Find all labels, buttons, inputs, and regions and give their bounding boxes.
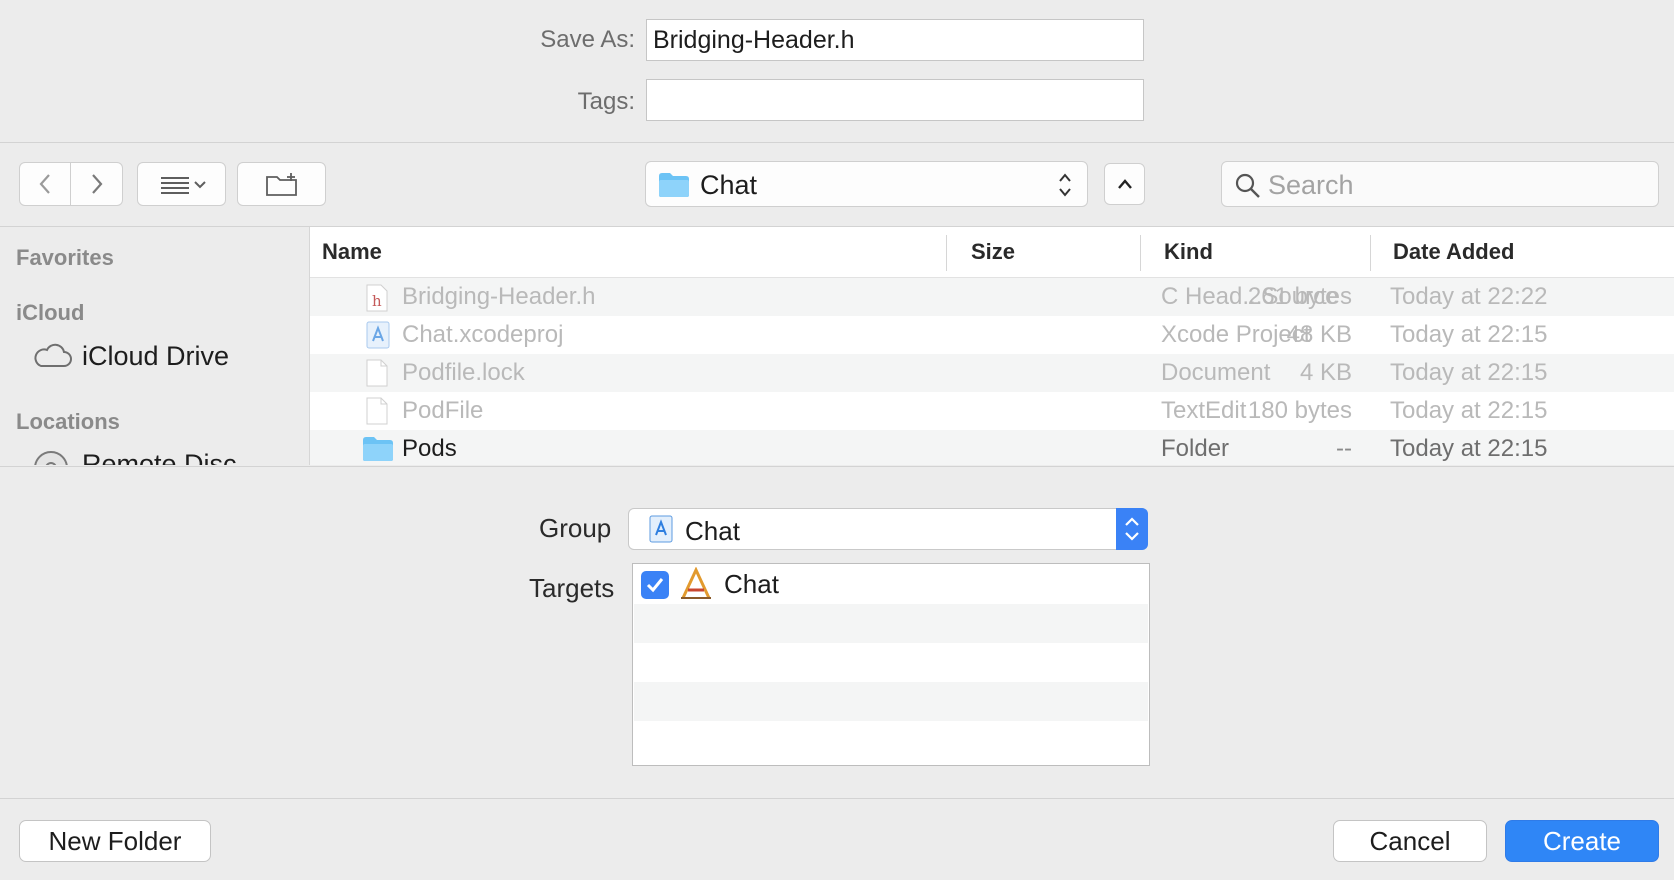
sidebar-item-label: iCloud Drive: [82, 341, 230, 371]
new-folder-button[interactable]: New Folder: [19, 820, 211, 862]
search-placeholder: Search: [1268, 170, 1354, 200]
file-size: --: [1336, 435, 1352, 462]
sidebar-heading-icloud: iCloud: [16, 300, 85, 325]
create-button[interactable]: Create: [1505, 820, 1659, 862]
save-as-field[interactable]: [646, 19, 1144, 61]
file-name: Pods: [402, 435, 457, 462]
target-name: Chat: [724, 569, 779, 599]
sidebar-item-icloud-drive[interactable]: iCloud Drive: [32, 337, 302, 377]
column-header-kind[interactable]: Kind: [1164, 239, 1213, 265]
file-name: Bridging-Header.h: [402, 283, 596, 310]
target-row[interactable]: Chat: [634, 565, 1148, 604]
save-as-label: Save As:: [540, 26, 635, 53]
checkmark-icon: [646, 578, 664, 593]
cancel-button[interactable]: Cancel: [1333, 820, 1487, 862]
file-row[interactable]: PodFile 180 bytes TextEdit Today at 22:1…: [310, 392, 1674, 430]
sidebar-heading-locations: Locations: [16, 409, 120, 434]
file-row[interactable]: h Bridging-Header.h 261 bytes C Head...S…: [310, 278, 1674, 316]
chevron-left-icon: [39, 174, 50, 194]
file-kind: Xcode Project: [1161, 321, 1311, 348]
search-icon: [1235, 173, 1260, 198]
file-size: 4 KB: [1299, 359, 1352, 386]
footer-divider: [0, 798, 1674, 799]
updown-arrows-icon: [1125, 517, 1139, 541]
search-field[interactable]: Search: [1221, 161, 1659, 207]
tags-field[interactable]: [646, 79, 1144, 121]
targets-list: Chat: [632, 563, 1150, 766]
column-header-date[interactable]: Date Added: [1393, 239, 1514, 265]
collapse-button[interactable]: [1104, 163, 1145, 205]
group-label: Group: [539, 513, 612, 543]
view-options-button[interactable]: [137, 162, 226, 206]
column-separator: [946, 235, 947, 271]
file-size: 180 bytes: [1247, 397, 1352, 424]
empty-row: [634, 604, 1148, 643]
file-row[interactable]: Podfile.lock 4 KB Document Today at 22:1…: [310, 354, 1674, 392]
new-folder-toolbar-button[interactable]: [237, 162, 326, 206]
location-popup[interactable]: Chat: [645, 161, 1088, 207]
svg-text:h: h: [372, 292, 382, 310]
file-row[interactable]: Chat.xcodeproj 48 KB Xcode Project Today…: [310, 316, 1674, 354]
column-header-row: Name Size Kind Date Added: [310, 227, 1674, 278]
file-kind: C Head...Source: [1161, 283, 1339, 310]
location-label: Chat: [700, 170, 758, 200]
group-popup[interactable]: Chat: [628, 508, 1148, 550]
back-button[interactable]: [19, 162, 71, 206]
cloud-icon: [34, 343, 72, 367]
folder-icon: [659, 173, 689, 197]
list-view-icon: [160, 177, 206, 194]
column-header-size[interactable]: Size: [971, 239, 1015, 265]
disc-icon: [34, 451, 68, 465]
folder-icon: [363, 437, 393, 461]
file-date: Today at 22:22: [1390, 283, 1548, 310]
app-target-icon: [681, 567, 711, 599]
chevron-up-icon: [1117, 179, 1132, 189]
file-date: Today at 22:15: [1390, 321, 1548, 348]
browser-divider: [0, 466, 1674, 467]
updown-arrows-icon: [1059, 173, 1071, 197]
targets-label: Targets: [529, 573, 615, 603]
column-separator: [1140, 235, 1141, 271]
forward-button[interactable]: [71, 162, 123, 206]
sidebar-item-remote-disc[interactable]: Remote Disc: [32, 445, 302, 465]
file-row[interactable]: Pods -- Folder Today at 22:15: [310, 430, 1674, 465]
group-value: Chat: [685, 516, 740, 546]
new-folder-icon: [265, 173, 297, 196]
sidebar: Favorites iCloud iCloud Drive Locations …: [0, 227, 310, 465]
target-checkbox[interactable]: [641, 571, 669, 599]
column-header-name[interactable]: Name: [322, 239, 382, 265]
tags-label: Tags:: [577, 88, 635, 115]
column-separator: [1370, 235, 1371, 271]
file-kind: Document: [1161, 359, 1271, 386]
empty-row: [634, 682, 1148, 721]
file-name: PodFile: [402, 397, 484, 424]
file-name: Podfile.lock: [402, 359, 525, 386]
top-divider: [0, 142, 1674, 143]
xcodeproj-icon: [366, 321, 390, 349]
header-file-icon: h: [366, 284, 388, 312]
document-icon: [366, 359, 388, 387]
file-name: Chat.xcodeproj: [402, 321, 564, 348]
group-stepper[interactable]: [1116, 508, 1148, 550]
file-kind: TextEdit: [1161, 397, 1247, 424]
document-icon: [366, 397, 388, 425]
chevron-right-icon: [91, 174, 102, 194]
file-kind: Folder: [1161, 435, 1230, 462]
file-date: Today at 22:15: [1390, 435, 1548, 462]
sidebar-heading-favorites: Favorites: [16, 245, 114, 270]
file-date: Today at 22:15: [1390, 397, 1548, 424]
file-list: Name Size Kind Date Added h Bridging-Hea…: [310, 227, 1674, 465]
empty-row: [634, 643, 1148, 682]
file-date: Today at 22:15: [1390, 359, 1548, 386]
sidebar-item-label: Remote Disc: [82, 449, 237, 465]
empty-row: [634, 721, 1148, 760]
xcodeproj-icon: [649, 515, 673, 543]
